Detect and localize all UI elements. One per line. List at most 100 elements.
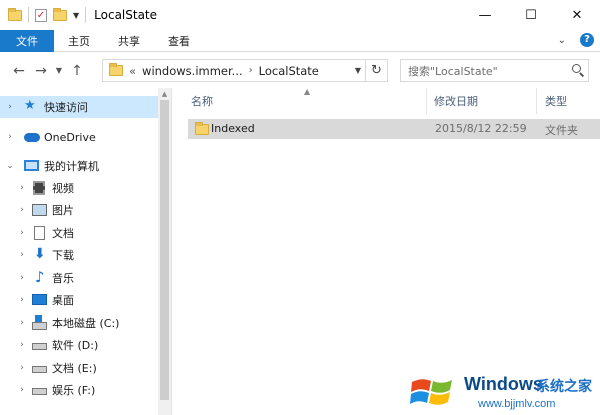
download-icon: ⬇ [34, 246, 46, 262]
breadcrumb-segment[interactable]: LocalState [259, 64, 319, 78]
nav-item-label: 图片 [52, 204, 74, 217]
nav-item-drive-f[interactable]: › 娱乐 (F:) [0, 379, 158, 401]
nav-item-label: OneDrive [44, 130, 96, 144]
tab-file[interactable]: 文件 [0, 29, 54, 52]
address-bar[interactable]: « windows.immer... › LocalState ▼ ↻ [102, 59, 388, 82]
search-placeholder: 搜索"LocalState" [408, 64, 498, 78]
nav-item-label: 文档 (E:) [52, 362, 97, 375]
expand-chevron-icon[interactable]: › [5, 102, 15, 112]
watermark-url: www.bjjmlv.com [478, 398, 556, 410]
nav-item-onedrive[interactable]: › OneDrive [0, 126, 158, 148]
nav-item-label: 视频 [52, 182, 74, 195]
recent-locations-chevron-icon[interactable]: ▼ [52, 66, 66, 75]
scroll-up-arrow-icon[interactable]: ▲ [158, 90, 171, 98]
cloud-icon [24, 133, 40, 142]
search-input[interactable]: 搜索"LocalState" [400, 59, 589, 82]
nav-item-label: 文档 [52, 227, 74, 240]
music-icon: ♪ [35, 268, 45, 286]
file-name[interactable]: Indexed [211, 122, 255, 135]
column-divider[interactable] [536, 88, 537, 114]
nav-pane-scrollbar[interactable]: ▲ [158, 88, 171, 415]
nav-item-pictures[interactable]: › 图片 [0, 199, 158, 221]
expand-ribbon-icon[interactable]: ⌄ [558, 35, 566, 46]
file-list: ▲ 名称 修改日期 类型 Indexed 2015/8/12 22:59 文件夹 [180, 87, 600, 415]
watermark-brand: Windows [464, 374, 543, 394]
folder-icon[interactable] [8, 7, 22, 21]
nav-item-label: 下载 [52, 249, 74, 262]
quick-access-toolbar: ✓ ▼ [0, 7, 87, 23]
watermark-brand-suffix: 系统之家 [536, 379, 592, 395]
nav-item-videos[interactable]: › 视频 [0, 177, 158, 199]
video-icon [33, 181, 45, 195]
nav-item-drive-d[interactable]: › 软件 (D:) [0, 334, 158, 356]
nav-item-label: 本地磁盘 (C:) [52, 317, 120, 330]
drive-icon [32, 343, 47, 350]
nav-item-documents[interactable]: › 文档 [0, 222, 158, 244]
nav-item-downloads[interactable]: › ⬇ 下载 [0, 244, 158, 266]
search-icon[interactable] [572, 64, 581, 73]
navigation-pane: › ★ 快速访问 › OneDrive ⌄ 我的计算机 › 视频 › 图片 › [0, 88, 172, 415]
column-header-type[interactable]: 类型 [545, 88, 567, 114]
explorer-window: ✓ ▼ LocalState — ☐ ✕ 文件 主页 共享 查看 ⌄ ? ← →… [0, 0, 600, 415]
column-header-date-modified[interactable]: 修改日期 [434, 88, 478, 114]
title-bar: ✓ ▼ LocalState — ☐ ✕ [0, 0, 600, 30]
breadcrumb-segment[interactable]: windows.immer... [142, 64, 243, 78]
documents-icon [34, 226, 45, 240]
ribbon-tabs: 文件 主页 共享 查看 ⌄ ? [0, 29, 600, 52]
expand-chevron-icon[interactable]: › [17, 385, 27, 395]
close-button[interactable]: ✕ [554, 0, 600, 30]
column-header-name[interactable]: 名称 [191, 88, 213, 114]
back-arrow-icon[interactable]: ← [8, 63, 30, 79]
star-icon: ★ [24, 98, 36, 113]
pictures-icon [32, 204, 47, 216]
expand-chevron-icon[interactable]: › [17, 228, 27, 238]
nav-item-label: 娱乐 (F:) [52, 384, 96, 397]
column-divider[interactable] [426, 88, 427, 114]
expand-chevron-icon[interactable]: › [17, 273, 27, 283]
expand-chevron-icon[interactable]: › [17, 363, 27, 373]
expand-chevron-icon[interactable]: › [5, 132, 15, 142]
sort-ascending-icon: ▲ [304, 87, 311, 96]
breadcrumb-overflow[interactable]: « [129, 64, 136, 78]
file-type: 文件夹 [545, 124, 578, 137]
expand-chevron-icon[interactable]: › [17, 183, 27, 193]
scrollbar-thumb[interactable] [160, 100, 169, 400]
maximize-button[interactable]: ☐ [508, 0, 554, 30]
expand-chevron-icon[interactable]: › [17, 295, 27, 305]
forward-arrow-icon[interactable]: → [30, 63, 52, 79]
window-controls: — ☐ ✕ [462, 0, 600, 30]
nav-item-desktop[interactable]: › 桌面 [0, 289, 158, 311]
tab-home[interactable]: 主页 [54, 30, 104, 52]
collapse-chevron-icon[interactable]: ⌄ [5, 161, 15, 171]
customize-toolbar-icon[interactable]: ▼ [73, 11, 79, 20]
nav-item-label: 音乐 [52, 272, 74, 285]
table-row[interactable]: Indexed 2015/8/12 22:59 文件夹 [188, 119, 600, 139]
expand-chevron-icon[interactable]: › [17, 318, 27, 328]
nav-item-drive-e[interactable]: › 文档 (E:) [0, 357, 158, 379]
address-dropdown-icon[interactable]: ▼ [355, 60, 361, 81]
window-title: LocalState [94, 8, 158, 22]
expand-chevron-icon[interactable]: › [17, 340, 27, 350]
watermark: Windows 系统之家 www.bjjmlv.com [410, 368, 600, 415]
help-icon[interactable]: ? [580, 33, 594, 47]
new-folder-icon[interactable] [53, 7, 67, 21]
refresh-icon[interactable]: ↻ [365, 60, 387, 81]
nav-item-drive-c[interactable]: › 本地磁盘 (C:) [0, 312, 158, 334]
tab-view[interactable]: 查看 [154, 30, 204, 52]
properties-icon[interactable]: ✓ [35, 8, 47, 22]
folder-icon [195, 122, 209, 135]
minimize-button[interactable]: — [462, 0, 508, 30]
breadcrumb-chevron-icon[interactable]: › [249, 65, 253, 76]
nav-item-this-pc[interactable]: ⌄ 我的计算机 [0, 155, 158, 177]
toolbar-divider [28, 7, 29, 23]
nav-item-label: 桌面 [52, 294, 74, 307]
expand-chevron-icon[interactable]: › [17, 250, 27, 260]
folder-icon [109, 63, 123, 76]
tab-share[interactable]: 共享 [104, 30, 154, 52]
nav-item-quick-access[interactable]: › ★ 快速访问 [0, 96, 158, 118]
nav-item-music[interactable]: › ♪ 音乐 [0, 267, 158, 289]
windows-logo-icon [410, 379, 452, 405]
navigation-bar: ← → ▼ ↑ « windows.immer... › LocalState … [0, 53, 600, 88]
up-arrow-icon[interactable]: ↑ [66, 63, 88, 79]
expand-chevron-icon[interactable]: › [17, 205, 27, 215]
